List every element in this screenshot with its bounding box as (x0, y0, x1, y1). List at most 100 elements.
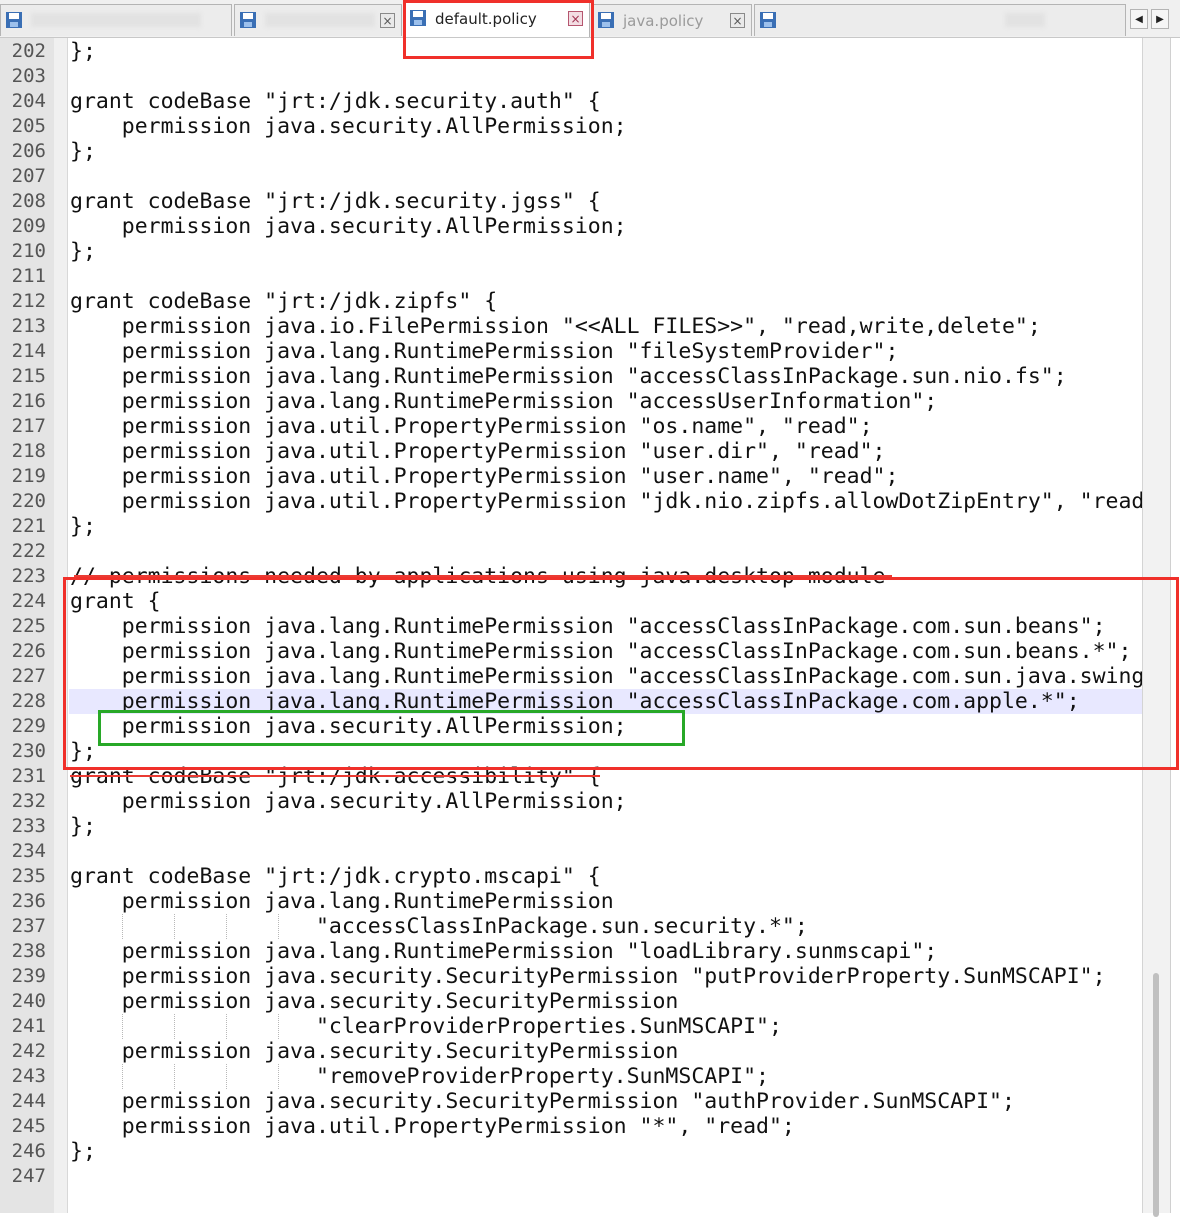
tab-label-blurred (31, 13, 201, 27)
tab-label-blurred (1005, 13, 1045, 27)
line-number: 242 (11, 1040, 46, 1062)
scrollbar-thumb[interactable] (1153, 973, 1159, 1217)
tab-label: default.policy (435, 10, 537, 28)
code-text: permission java.lang.RuntimePermission "… (70, 339, 899, 364)
code-line[interactable] (69, 539, 1142, 564)
code-line[interactable]: }; (69, 39, 1142, 64)
line-number-gutter: 202 203 204 205 206 207 208 209 210 211 212 213 214 2… (0, 38, 54, 1213)
line-number: 202 (11, 40, 46, 62)
code-text: permission java.security.AllPermission; (70, 214, 627, 239)
code-line[interactable] (69, 264, 1142, 289)
code-line[interactable]: permission java.io.FilePermission "<<ALL… (69, 314, 1142, 339)
code-text: permission java.util.PropertyPermission … (70, 439, 886, 464)
code-line[interactable]: grant { (69, 589, 1142, 614)
line-number: 244 (11, 1090, 46, 1112)
line-number: 223 (11, 565, 46, 587)
code-text: }; (70, 1139, 96, 1164)
code-text: permission java.lang.RuntimePermission "… (70, 689, 1080, 714)
scroll-right-icon[interactable]: ▶ (1151, 9, 1169, 29)
code-line[interactable]: }; (69, 239, 1142, 264)
line-number: 228 (11, 690, 46, 712)
close-icon[interactable]: × (568, 11, 583, 26)
line-number: 205 (11, 115, 46, 137)
vertical-scrollbar[interactable] (1142, 38, 1170, 1217)
line-number: 218 (11, 440, 46, 462)
code-line[interactable]: permission java.util.PropertyPermission … (69, 489, 1142, 514)
code-line[interactable]: permission java.lang.RuntimePermission "… (69, 614, 1142, 639)
code-line[interactable]: grant codeBase "jrt:/jdk.zipfs" { (69, 289, 1142, 314)
code-line[interactable] (69, 164, 1142, 189)
code-line[interactable]: permission java.security.SecurityPermiss… (69, 989, 1142, 1014)
code-text: permission java.lang.RuntimePermission "… (70, 939, 938, 964)
code-line[interactable]: permission java.security.AllPermission; (69, 789, 1142, 814)
tab-java-policy[interactable]: java.policy × (592, 4, 752, 36)
save-icon (760, 12, 776, 28)
line-number: 212 (11, 290, 46, 312)
code-line[interactable]: permission java.util.PropertyPermission … (69, 414, 1142, 439)
code-line[interactable]: permission java.lang.RuntimePermission "… (69, 664, 1142, 689)
tab-default-policy[interactable]: default.policy × (404, 2, 590, 37)
line-number: 207 (11, 165, 46, 187)
code-line[interactable]: permission java.lang.RuntimePermission "… (69, 639, 1142, 664)
line-number: 206 (11, 140, 46, 162)
code-line[interactable]: permission java.security.AllPermission; (69, 114, 1142, 139)
close-icon[interactable]: × (380, 13, 395, 28)
code-line[interactable]: permission java.lang.RuntimePermission "… (69, 339, 1142, 364)
code-line[interactable]: grant codeBase "jrt:/jdk.security.auth" … (69, 89, 1142, 114)
line-number: 213 (11, 315, 46, 337)
code-text: permission java.security.SecurityPermiss… (70, 989, 679, 1014)
code-text: permission java.security.SecurityPermiss… (70, 964, 1106, 989)
code-line[interactable]: "clearProviderProperties.SunMSCAPI"; (69, 1014, 1142, 1039)
code-line[interactable]: }; (69, 814, 1142, 839)
line-number: 238 (11, 940, 46, 962)
code-line[interactable] (69, 839, 1142, 864)
code-editor[interactable]: }; grant codeBase "jrt:/jdk.security.auth… (69, 38, 1142, 1213)
code-line[interactable]: permission java.security.AllPermission; (69, 214, 1142, 239)
code-line[interactable]: permission java.lang.RuntimePermission "… (69, 689, 1142, 714)
code-line[interactable]: permission java.lang.RuntimePermission "… (69, 364, 1142, 389)
code-line[interactable]: permission java.security.SecurityPermiss… (69, 964, 1142, 989)
code-text: permission java.security.AllPermission; (70, 714, 627, 739)
tab-file-5[interactable] (754, 4, 1126, 36)
scroll-left-icon[interactable]: ◀ (1130, 9, 1148, 29)
code-line[interactable]: }; (69, 1139, 1142, 1164)
line-number: 204 (11, 90, 46, 112)
code-line[interactable]: grant codeBase "jrt:/jdk.security.jgss" … (69, 189, 1142, 214)
line-number: 226 (11, 640, 46, 662)
code-line[interactable]: }; (69, 514, 1142, 539)
code-line[interactable]: permission java.lang.RuntimePermission (69, 889, 1142, 914)
code-text: grant codeBase "jrt:/jdk.crypto.mscapi" … (70, 864, 601, 889)
code-text: }; (70, 39, 96, 64)
line-number: 230 (11, 740, 46, 762)
code-text: grant codeBase "jrt:/jdk.zipfs" { (70, 289, 498, 314)
code-line[interactable]: permission java.lang.RuntimePermission "… (69, 389, 1142, 414)
line-number: 224 (11, 590, 46, 612)
code-line[interactable]: permission java.util.PropertyPermission … (69, 1114, 1142, 1139)
code-text: permission java.io.FilePermission "<<ALL… (70, 314, 1041, 339)
code-line[interactable]: "accessClassInPackage.sun.security.*"; (69, 914, 1142, 939)
code-line[interactable]: }; (69, 139, 1142, 164)
code-line[interactable]: permission java.lang.RuntimePermission "… (69, 939, 1142, 964)
code-text: }; (70, 514, 96, 539)
close-icon[interactable]: × (730, 13, 745, 28)
line-number: 222 (11, 540, 46, 562)
code-line[interactable]: permission java.util.PropertyPermission … (69, 439, 1142, 464)
code-line[interactable]: }; (69, 739, 1142, 764)
code-line[interactable]: "removeProviderProperty.SunMSCAPI"; (69, 1064, 1142, 1089)
code-line[interactable] (69, 64, 1142, 89)
code-line[interactable]: permission java.security.AllPermission; (69, 714, 1142, 739)
code-line[interactable]: grant codeBase "jrt:/jdk.crypto.mscapi" … (69, 864, 1142, 889)
line-number: 241 (11, 1015, 46, 1037)
tab-file-2[interactable]: × (234, 4, 402, 36)
save-icon (6, 12, 22, 28)
code-text: }; (70, 814, 96, 839)
code-text: "removeProviderProperty.SunMSCAPI"; (70, 1064, 769, 1089)
code-text: grant codeBase "jrt:/jdk.security.auth" … (70, 89, 601, 114)
save-icon (240, 12, 256, 28)
code-line[interactable]: permission java.security.SecurityPermiss… (69, 1089, 1142, 1114)
code-line[interactable]: permission java.util.PropertyPermission … (69, 464, 1142, 489)
code-line[interactable] (69, 1164, 1142, 1189)
line-number: 214 (11, 340, 46, 362)
tab-file-1[interactable] (0, 4, 232, 36)
code-line[interactable]: permission java.security.SecurityPermiss… (69, 1039, 1142, 1064)
